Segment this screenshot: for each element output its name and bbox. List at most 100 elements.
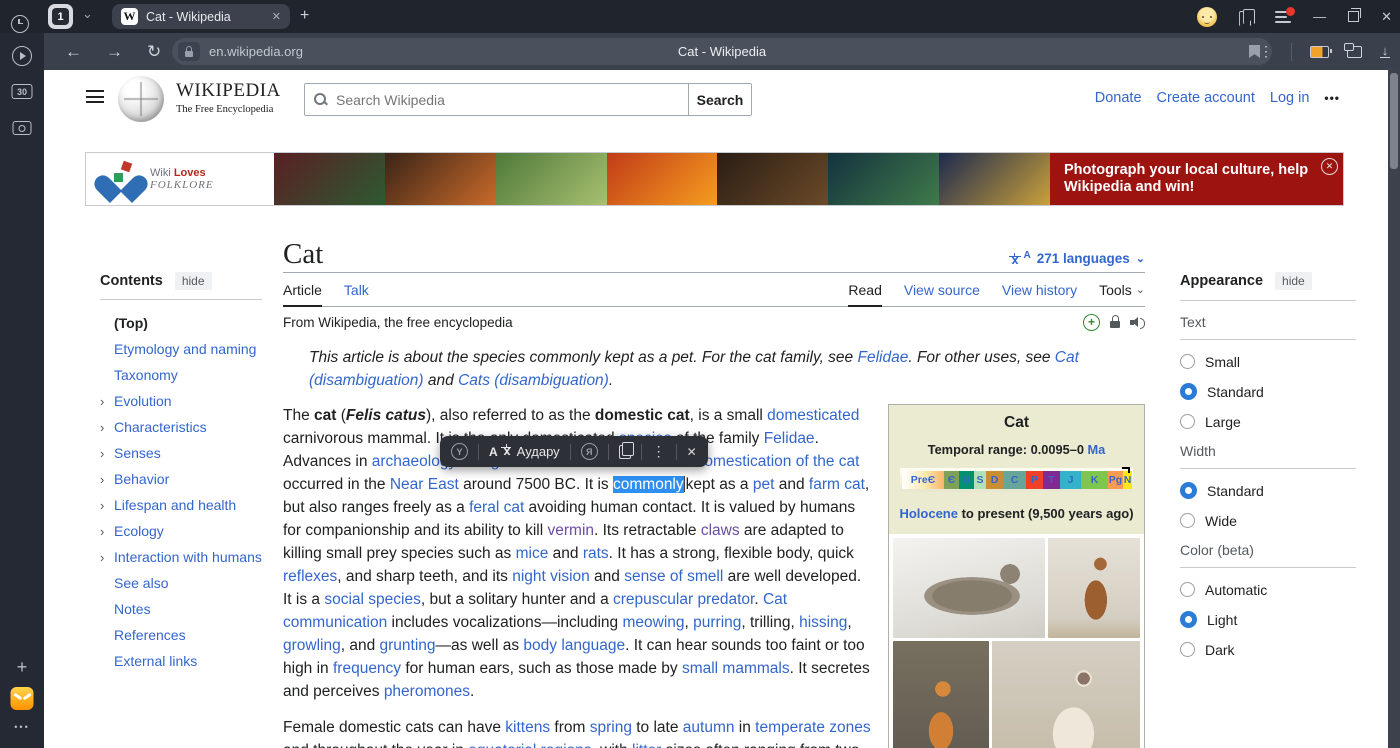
wiki-link[interactable]: feral cat: [469, 499, 524, 516]
toc-item[interactable]: Taxonomy: [100, 362, 262, 388]
wiki-link[interactable]: domesticated: [767, 407, 859, 424]
toc-item[interactable]: ›Behavior: [100, 466, 262, 492]
site-security-chip[interactable]: [178, 42, 200, 61]
coordinates-plus-icon[interactable]: +: [1083, 314, 1100, 331]
toc-item[interactable]: See also: [100, 570, 262, 596]
wiki-link[interactable]: Felidae: [764, 430, 815, 447]
wiki-loves-folklore-banner[interactable]: Wiki Loves FOLKLORE Photograph your loca…: [85, 152, 1344, 206]
tab-group-button[interactable]: 1: [48, 4, 73, 29]
toc-item[interactable]: External links: [100, 648, 262, 674]
toc-expand-icon[interactable]: ›: [100, 524, 114, 539]
radio-button[interactable]: [1180, 383, 1197, 400]
toc-expand-icon[interactable]: ›: [100, 446, 114, 461]
extension-badge-30[interactable]: 30: [12, 84, 33, 99]
wiki-link[interactable]: Near East: [390, 476, 459, 493]
toc-item[interactable]: ›Senses: [100, 440, 262, 466]
tab-read[interactable]: Read: [848, 273, 881, 306]
popup-close-icon[interactable]: ✕: [687, 445, 697, 459]
toc-expand-icon[interactable]: ›: [100, 394, 114, 409]
tab-preview-icon[interactable]: [1347, 46, 1362, 58]
minimize-button[interactable]: —: [1313, 9, 1326, 24]
yandex-logo-icon[interactable]: Y: [451, 443, 468, 460]
toc-item[interactable]: ›Evolution: [100, 388, 262, 414]
toc-item[interactable]: References: [100, 622, 262, 648]
wiki-link[interactable]: kittens: [505, 719, 550, 736]
wiki-link[interactable]: hissing: [799, 614, 847, 631]
header-more-icon[interactable]: •••: [1324, 91, 1340, 105]
address-bar[interactable]: en.wikipedia.org Cat - Wikipedia: [172, 38, 1272, 65]
scrollbar-thumb[interactable]: [1390, 73, 1398, 169]
timescale-segment-D[interactable]: D: [986, 471, 1003, 489]
wiki-link[interactable]: farm cat: [809, 476, 865, 493]
restore-window-button[interactable]: [1348, 11, 1359, 22]
back-button[interactable]: ←: [65, 42, 82, 62]
wiki-link[interactable]: social species: [324, 591, 421, 608]
timescale-segment-C[interactable]: C: [1003, 471, 1026, 489]
wiki-link[interactable]: purring: [693, 614, 741, 631]
wiki-link[interactable]: pheromones: [384, 683, 470, 700]
tab-view-source[interactable]: View source: [904, 273, 980, 306]
wiki-link[interactable]: sense of smell: [624, 568, 723, 585]
holocene-link[interactable]: Holocene: [899, 506, 958, 521]
radio-button[interactable]: [1180, 414, 1195, 429]
timescale-segment-P[interactable]: P: [1026, 471, 1043, 489]
appearance-option-dark[interactable]: Dark: [1180, 641, 1356, 658]
toc-expand-icon[interactable]: ›: [100, 550, 114, 565]
timescale-segment-T[interactable]: T: [1043, 471, 1060, 489]
mail-icon[interactable]: [11, 687, 34, 710]
timescale-segment-Є[interactable]: Є: [944, 471, 959, 489]
radio-button[interactable]: [1180, 642, 1195, 657]
timescale-segment-O[interactable]: O: [959, 471, 974, 489]
copy-icon[interactable]: [619, 445, 631, 459]
log-in-link[interactable]: Log in: [1270, 90, 1310, 106]
wiki-link[interactable]: equatorial regions: [468, 742, 591, 748]
listen-audio-icon[interactable]: [1130, 316, 1145, 329]
toc-item[interactable]: (Top): [100, 310, 262, 336]
languages-button[interactable]: A 271 languages ⌄: [1009, 251, 1146, 266]
toc-item[interactable]: ›Lifespan and health: [100, 492, 262, 518]
wiki-link[interactable]: temperate zones: [755, 719, 870, 736]
geologic-timescale[interactable]: PreЄЄOSDCPTJKPgN: [900, 468, 1133, 492]
toc-hide-button[interactable]: hide: [175, 272, 212, 290]
wiki-link[interactable]: spring: [590, 719, 632, 736]
wiki-link[interactable]: small mammals: [682, 660, 790, 677]
bookmarks-library-icon[interactable]: [1239, 9, 1253, 24]
appearance-option-standard[interactable]: Standard: [1180, 482, 1356, 499]
timescale-segment-N[interactable]: N: [1123, 471, 1132, 489]
rail-more-icon[interactable]: •••: [14, 722, 29, 732]
screenshot-tab-icon[interactable]: [13, 121, 32, 135]
banner-close-icon[interactable]: ✕: [1321, 158, 1338, 175]
timescale-segment-PreЄ[interactable]: PreЄ: [902, 471, 944, 489]
tab-tools[interactable]: Tools⌄: [1099, 273, 1145, 306]
radio-button[interactable]: [1180, 513, 1195, 528]
forward-button[interactable]: →: [106, 42, 123, 62]
tab-view-history[interactable]: View history: [1002, 273, 1077, 306]
wiki-link[interactable]: grunting: [380, 637, 436, 654]
popup-more-icon[interactable]: ⋮: [652, 443, 666, 460]
timescale-segment-Pg[interactable]: Pg: [1108, 471, 1123, 489]
appearance-option-automatic[interactable]: Automatic: [1180, 581, 1356, 598]
history-icon[interactable]: [11, 15, 29, 33]
wiki-link[interactable]: domestication of the cat: [696, 453, 860, 470]
main-menu-icon[interactable]: [86, 90, 104, 103]
reload-button[interactable]: ↻: [147, 42, 161, 62]
timescale-segment-K[interactable]: K: [1081, 471, 1108, 489]
close-window-button[interactable]: ✕: [1381, 9, 1392, 25]
wiki-link[interactable]: Felidae: [857, 349, 908, 366]
toc-item[interactable]: ›Interaction with humans: [100, 544, 262, 570]
appearance-option-standard[interactable]: Standard: [1180, 383, 1356, 400]
wiki-link[interactable]: mice: [516, 545, 549, 562]
active-tab[interactable]: W Cat - Wikipedia ✕: [112, 4, 290, 29]
wiki-link[interactable]: crepuscular predator: [613, 591, 754, 608]
toc-item[interactable]: ›Characteristics: [100, 414, 262, 440]
radio-button[interactable]: [1180, 354, 1195, 369]
radio-button[interactable]: [1180, 611, 1197, 628]
tab-close-icon[interactable]: ✕: [272, 10, 281, 23]
wiki-link[interactable]: litter: [632, 742, 661, 748]
downloads-button[interactable]: ↓: [1380, 45, 1390, 59]
toc-expand-icon[interactable]: ›: [100, 420, 114, 435]
ma-link[interactable]: Ma: [1088, 442, 1106, 457]
create-account-link[interactable]: Create account: [1157, 90, 1255, 106]
wikipedia-globe-logo[interactable]: [118, 76, 164, 122]
appearance-option-wide[interactable]: Wide: [1180, 512, 1356, 529]
